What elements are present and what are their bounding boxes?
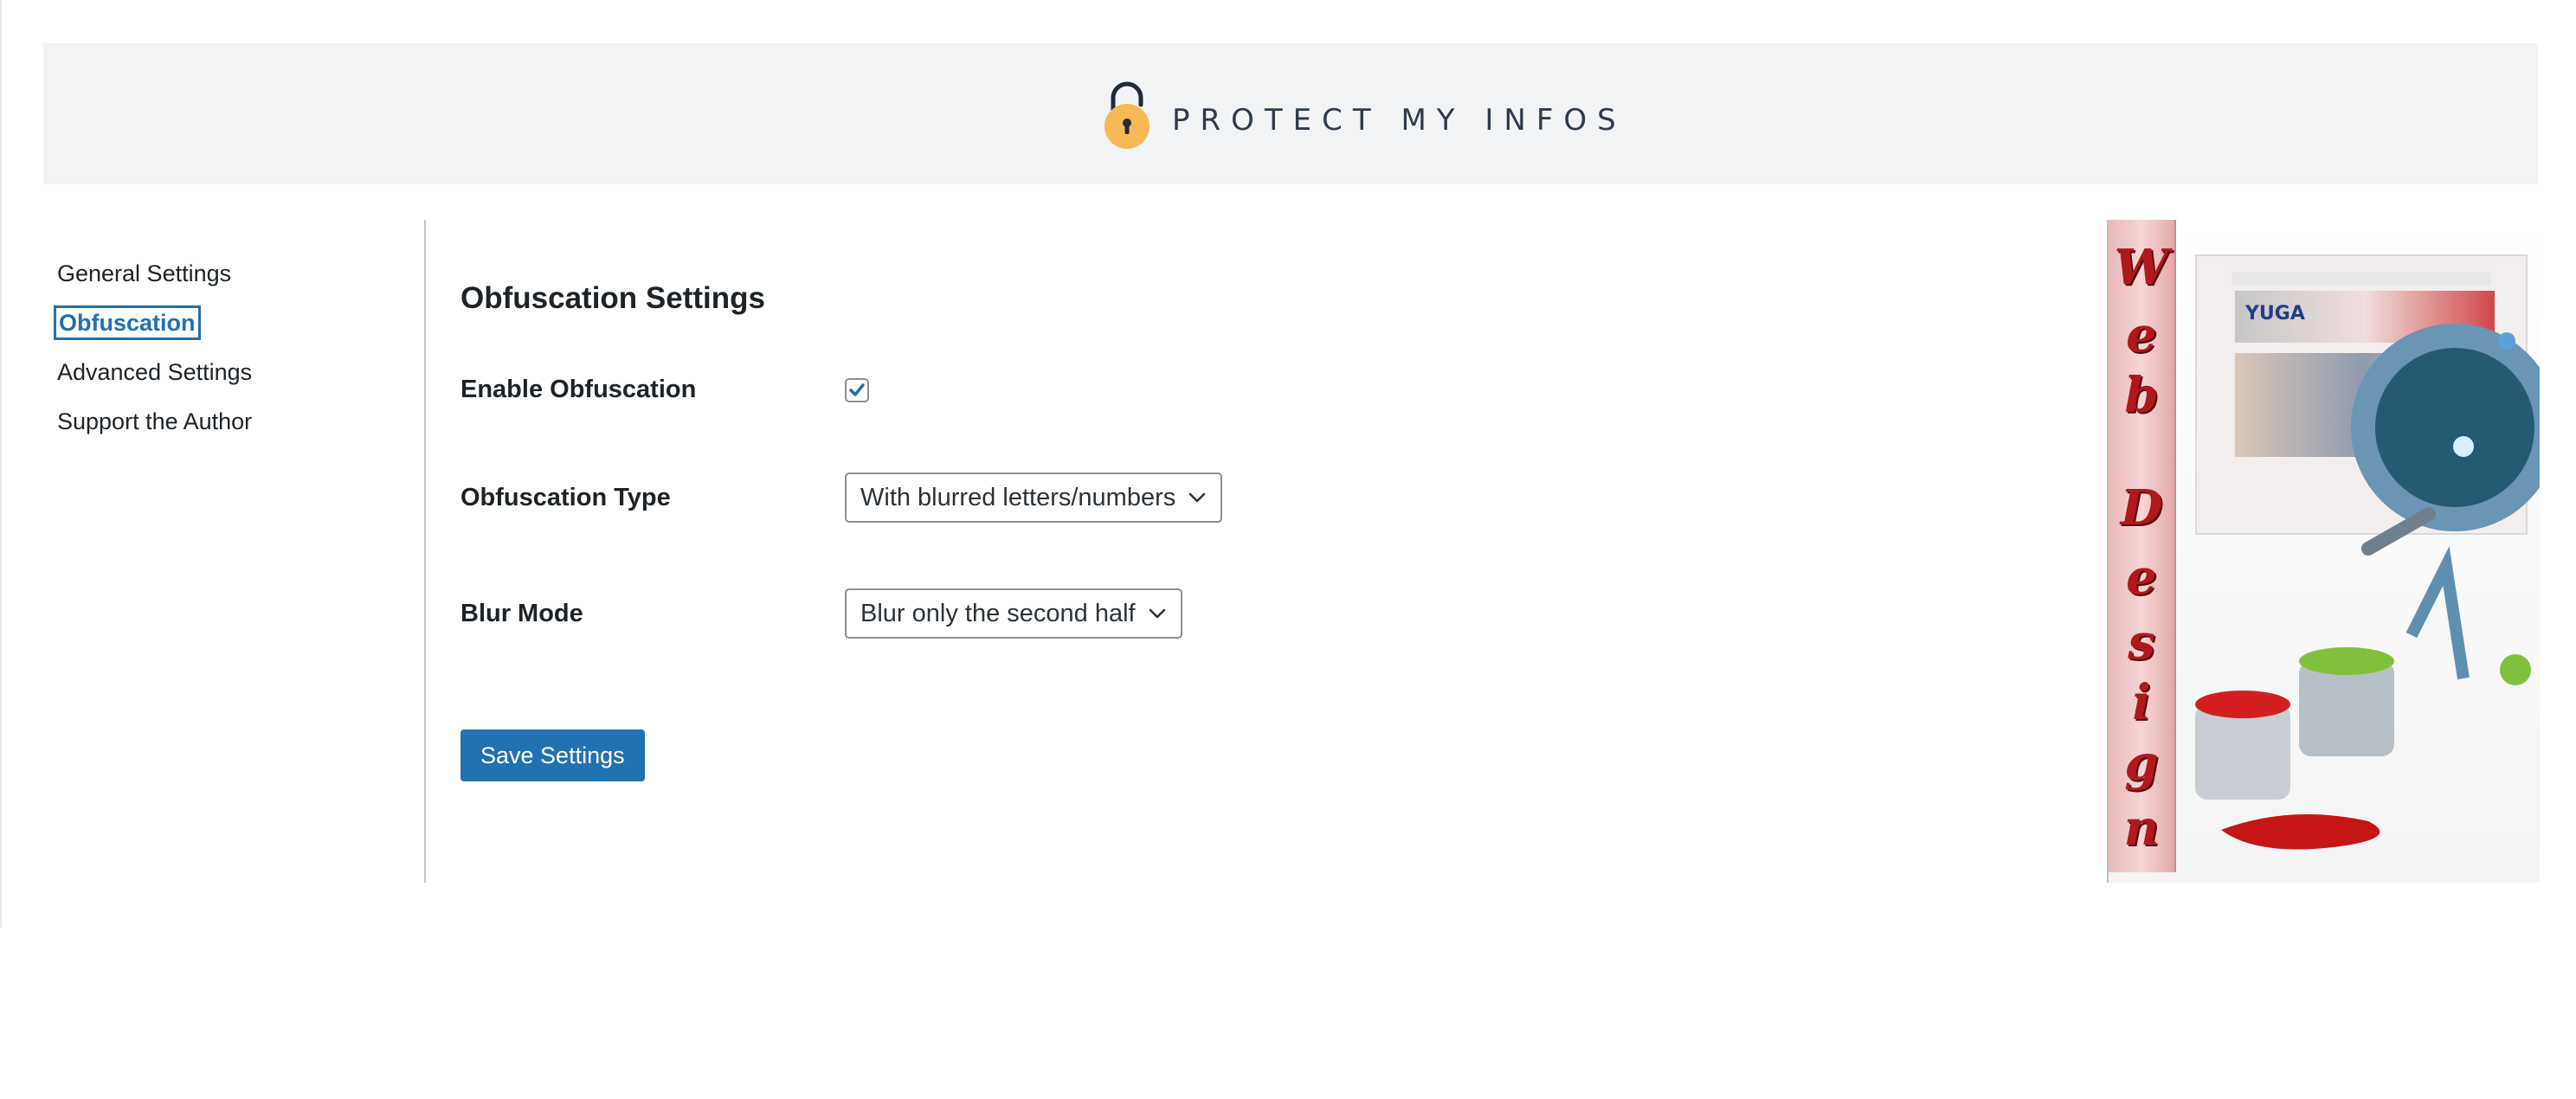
save-settings-button[interactable]: Save Settings: [460, 729, 645, 781]
robot-painter-illustration: [2195, 324, 2540, 850]
obfuscation-type-label: Obfuscation Type: [460, 483, 671, 511]
blur-mode-select[interactable]: Blur only the second half: [845, 588, 1182, 639]
settings-sidebar: General Settings Obfuscation Advanced Se…: [54, 260, 421, 457]
page-title: Obfuscation Settings: [460, 281, 765, 315]
sidebar-item-support-the-author[interactable]: Support the Author: [57, 408, 421, 435]
enable-obfuscation-checkbox[interactable]: [845, 377, 869, 402]
blur-mode-label: Blur Mode: [460, 599, 583, 627]
obfuscation-type-row: Obfuscation Type With blurred letters/nu…: [460, 472, 1223, 523]
brand-name: PROTECT MY INFOS: [1172, 103, 1626, 138]
plugin-header: PROTECT MY INFOS: [43, 43, 2538, 184]
blur-mode-value: Blur only the second half: [860, 599, 1136, 627]
settings-panel: Obfuscation Settings Enable Obfuscation …: [460, 277, 2019, 781]
chevron-down-icon: [1189, 492, 1206, 503]
checkmark-icon: [849, 382, 865, 396]
obfuscation-type-value: With blurred letters/numbers: [860, 483, 1176, 511]
enable-obfuscation-label: Enable Obfuscation: [460, 376, 697, 403]
sidebar-item-general-settings[interactable]: General Settings: [57, 260, 421, 287]
web-design-promo-image[interactable]: W e b D e s i g n YUGA: [2107, 220, 2540, 883]
sidebar-divider: [424, 220, 426, 883]
chevron-down-icon: [1149, 608, 1165, 619]
enable-obfuscation-row: Enable Obfuscation: [460, 376, 869, 404]
obfuscation-type-select[interactable]: With blurred letters/numbers: [845, 472, 1223, 523]
lock-icon: [1101, 79, 1153, 150]
sidebar-item-advanced-settings[interactable]: Advanced Settings: [57, 358, 421, 386]
sidebar-item-obfuscation[interactable]: Obfuscation: [54, 305, 201, 340]
blur-mode-row: Blur Mode Blur only the second half: [460, 588, 1182, 639]
brand: PROTECT MY INFOS: [1101, 73, 1626, 156]
